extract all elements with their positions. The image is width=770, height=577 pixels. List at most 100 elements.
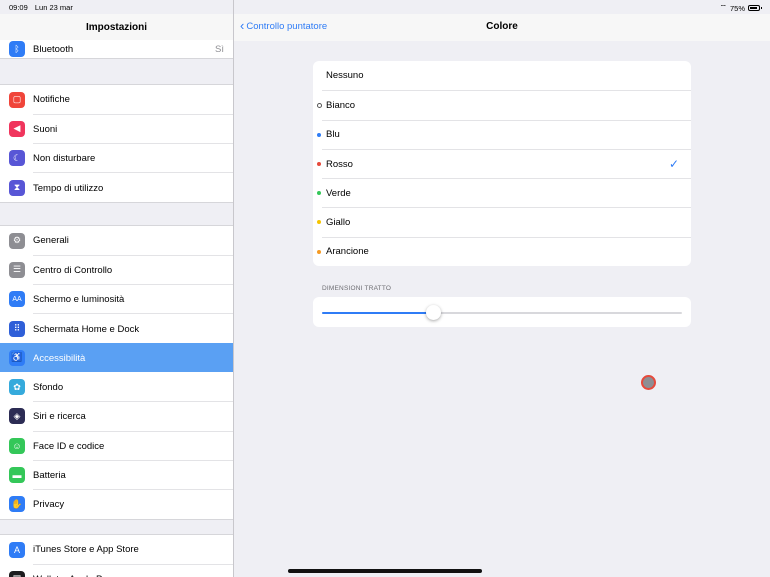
sidebar-item-accessibilit[interactable]: ♿ Accessibilità	[0, 343, 233, 373]
sidebar-item-non-disturbare[interactable]: ☾ Non disturbare	[0, 143, 233, 173]
color-option-content: Giallo	[322, 207, 691, 236]
sidebar-item-label: Schermata Home e Dock	[33, 323, 140, 335]
color-options-list: Nessuno Bianco Blu Rosso ✓ Verde Giallo Arancio…	[313, 61, 691, 267]
sidebar-item-content: Sfondo	[33, 372, 233, 402]
sidebar-item-schermo-e-luminosit[interactable]: AA Schermo e luminosità	[0, 284, 233, 314]
sidebar-item-content: Batteria	[33, 459, 233, 490]
sidebar-item-generali[interactable]: ⚙ Generali	[0, 226, 233, 255]
sidebar-item-content: Wallet e Apple Pay	[33, 563, 233, 577]
notifications-icon: ▢	[9, 91, 25, 108]
sidebar-item-label: Sfondo	[33, 382, 64, 394]
sidebar-item-content: Siri e ricerca	[33, 401, 233, 431]
color-swatch-dot	[317, 132, 321, 137]
color-swatch-dot	[317, 220, 321, 225]
color-option-bianco[interactable]: Bianco	[313, 90, 691, 119]
accessibility-icon: ♿	[9, 349, 25, 366]
sidebar-item-label: Centro di Controllo	[33, 264, 113, 276]
page-title: Colore	[486, 21, 518, 32]
sidebar-item-label: Bluetooth	[33, 43, 74, 55]
sidebar-item-label: iTunes Store e App Store	[33, 544, 139, 556]
status-date: Lun 23 mar	[34, 3, 73, 12]
sidebar-item-label: Accessibilità	[33, 352, 86, 364]
moon-icon: ☾	[9, 150, 25, 167]
sidebar-item-content: Generali	[33, 226, 233, 255]
sidebar-item-content: Schermo e luminosità	[33, 284, 233, 314]
color-option-label: Bianco	[326, 99, 356, 111]
color-option-label: Rosso	[326, 158, 353, 170]
sidebar-item-itunes-store-e-app-store[interactable]: AiTunes Store e App Store	[0, 535, 233, 564]
sidebar-group: ▢ Notifiche ◀ Suoni ☾ Non disturbare ⧗ Tempo di…	[0, 84, 233, 204]
color-option-giallo[interactable]: Giallo	[313, 207, 691, 236]
battery-icon: ▬	[9, 467, 25, 484]
status-bar: 09:09 Lun 23 mar ⌔ 75%	[0, 0, 770, 14]
detail-nav-bar: ‹ Controllo puntatore Colore	[234, 14, 770, 41]
home-dock-icon: ⠿	[9, 320, 25, 337]
status-time: 09:09	[9, 3, 28, 12]
sidebar-item-label: Batteria	[33, 470, 66, 482]
stroke-size-section-header: DIMENSIONI TRATTO	[322, 285, 392, 292]
siri-icon: ◈	[9, 408, 25, 425]
color-swatch-dot	[317, 191, 321, 196]
color-swatch-dot	[317, 249, 321, 254]
sidebar-item-label: Tempo di utilizzo	[33, 182, 104, 194]
color-option-label: Blu	[326, 129, 340, 141]
hourglass-icon: ⧗	[9, 179, 25, 196]
sidebar-item-privacy[interactable]: ✋ Privacy	[0, 489, 233, 519]
color-option-label: Nessuno	[326, 70, 364, 82]
color-option-content: Rosso ✓	[322, 148, 691, 178]
face-id-icon: ☺	[9, 437, 25, 454]
stroke-size-slider[interactable]	[322, 305, 682, 320]
sidebar-item-content: Bluetooth Sì	[33, 40, 233, 58]
sidebar-item-centro-di-controllo[interactable]: ☰ Centro di Controllo	[0, 254, 233, 284]
pointer-cursor	[641, 375, 656, 390]
sidebar-group: ᛒ Bluetooth Sì	[0, 40, 233, 59]
sidebar-item-content: Schermata Home e Dock	[33, 313, 233, 343]
home-indicator[interactable]	[288, 569, 482, 573]
color-option-arancione[interactable]: Arancione	[313, 236, 691, 266]
wallet-icon: ▤	[9, 570, 25, 577]
wifi-icon: ⌔	[719, 3, 727, 12]
wallpaper-icon: ✿	[9, 379, 25, 396]
sidebar-item-batteria[interactable]: ▬ Batteria	[0, 459, 233, 490]
color-option-nessuno[interactable]: Nessuno	[313, 61, 691, 90]
sidebar-item-value: Sì	[215, 43, 224, 55]
checkmark-icon: ✓	[668, 157, 679, 172]
sidebar-item-label: Non disturbare	[33, 153, 96, 165]
color-option-label: Giallo	[326, 217, 351, 229]
sidebar-item-tempo-di-utilizzo[interactable]: ⧗ Tempo di utilizzo	[0, 172, 233, 202]
privacy-hand-icon: ✋	[9, 496, 25, 513]
sidebar-group: ⚙ Generali ☰ Centro di Controllo AA Schermo e…	[0, 225, 233, 520]
sidebar-item-bluetooth[interactable]: ᛒ Bluetooth Sì	[0, 40, 233, 58]
sidebar-item-content: Face ID e codice	[33, 430, 233, 461]
slider-thumb[interactable]	[426, 305, 442, 320]
sidebar-item-suoni[interactable]: ◀ Suoni	[0, 113, 233, 144]
control-center-icon: ☰	[9, 261, 25, 278]
sidebar-item-content: Notifiche	[33, 85, 233, 114]
color-option-rosso[interactable]: Rosso ✓	[313, 148, 691, 178]
gear-icon: ⚙	[9, 232, 25, 249]
color-option-content: Nessuno	[313, 61, 691, 90]
color-option-blu[interactable]: Blu	[313, 119, 691, 149]
battery-status-icon	[748, 5, 762, 11]
sidebar-item-content: iTunes Store e App Store	[33, 535, 233, 564]
sidebar-item-notifiche[interactable]: ▢ Notifiche	[0, 85, 233, 114]
settings-sidebar: Impostazioni ᛒ Bluetooth Sì ▢ Notifiche ◀ Suon…	[0, 0, 234, 577]
display-icon: AA	[9, 291, 25, 308]
sidebar-item-wallet-e-apple-pay[interactable]: ▤ Wallet e Apple Pay	[0, 563, 233, 577]
sidebar-item-face-id-e-codice[interactable]: ☺ Face ID e codice	[0, 430, 233, 461]
detail-pane: ‹ Controllo puntatore Colore Nessuno Bian…	[234, 0, 770, 577]
sidebar-item-label: Schermo e luminosità	[33, 294, 125, 306]
sidebar-item-label: Generali	[33, 235, 69, 247]
stroke-size-card	[313, 297, 691, 327]
color-option-label: Verde	[326, 187, 351, 199]
sidebar-item-label: Siri e ricerca	[33, 411, 86, 423]
sidebar-item-label: Face ID e codice	[33, 440, 105, 452]
color-option-content: Bianco	[322, 90, 691, 119]
sidebar-item-content: Suoni	[33, 113, 233, 144]
sidebar-item-siri-e-ricerca[interactable]: ◈ Siri e ricerca	[0, 401, 233, 431]
sidebar-item-schermata-home-e-dock[interactable]: ⠿ Schermata Home e Dock	[0, 313, 233, 343]
sounds-icon: ◀	[9, 120, 25, 137]
sidebar-item-sfondo[interactable]: ✿ Sfondo	[0, 372, 233, 401]
color-option-verde[interactable]: Verde	[313, 178, 691, 207]
sidebar-item-label: Suoni	[33, 123, 58, 135]
